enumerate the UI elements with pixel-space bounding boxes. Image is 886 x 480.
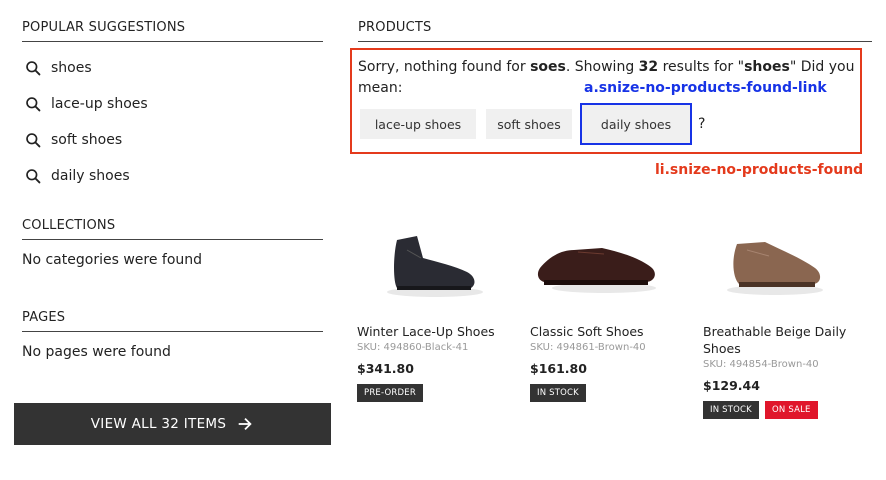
search-icon: [26, 132, 41, 147]
suggestion-chip-lace-up[interactable]: lace-up shoes: [360, 109, 476, 139]
suggestion-item[interactable]: shoes: [22, 50, 323, 86]
product-price: $129.44: [703, 378, 760, 393]
view-all-button[interactable]: VIEW ALL 32 ITEMS: [14, 403, 331, 445]
product-price: $161.80: [530, 361, 587, 376]
product-badges: IN STOCK: [530, 384, 690, 402]
badge-in-stock: IN STOCK: [703, 401, 759, 419]
product-card[interactable]: Classic Soft Shoes SKU: 494861-Brown-40 …: [530, 210, 690, 402]
product-price: $341.80: [357, 361, 414, 376]
question-mark: ?: [698, 116, 706, 132]
arrow-right-icon: [238, 417, 252, 431]
suggestion-label: shoes: [51, 60, 92, 76]
annotation-container-label: li.snize-no-products-found: [655, 162, 864, 178]
product-name[interactable]: Classic Soft Shoes: [530, 323, 690, 340]
shoe-image[interactable]: [703, 210, 843, 305]
search-icon: [26, 168, 41, 183]
view-all-label: VIEW ALL 32 ITEMS: [90, 416, 227, 432]
collections-title: COLLECTIONS: [22, 218, 323, 240]
badge-on-sale: ON SALE: [764, 401, 818, 419]
did-you-mean-chips: lace-up shoes soft shoes daily shoes ?: [360, 103, 706, 145]
product-badges: IN STOCK ON SALE: [703, 401, 863, 419]
products-title: PRODUCTS: [358, 20, 872, 42]
pages-empty-text: No pages were found: [22, 344, 171, 360]
suggestion-item[interactable]: daily shoes: [22, 158, 323, 194]
product-name[interactable]: Winter Lace-Up Shoes: [357, 323, 517, 340]
product-card[interactable]: Winter Lace-Up Shoes SKU: 494860-Black-4…: [357, 210, 517, 402]
suggestion-chip-soft[interactable]: soft shoes: [486, 109, 572, 139]
collections-empty-text: No categories were found: [22, 252, 203, 268]
msg-query: soes: [530, 59, 566, 75]
badge-pre-order: PRE-ORDER: [357, 384, 423, 402]
product-name[interactable]: Breathable Beige Daily Shoes: [703, 323, 863, 357]
product-card[interactable]: Breathable Beige Daily Shoes SKU: 494854…: [703, 210, 863, 419]
suggestion-label: soft shoes: [51, 132, 123, 148]
search-icon: [26, 96, 41, 111]
suggestion-chip-daily[interactable]: daily shoes: [580, 103, 692, 145]
search-icon: [26, 60, 41, 75]
popular-suggestions-list: shoes lace-up shoes soft shoes daily sho…: [22, 50, 323, 194]
pages-title: PAGES: [22, 310, 323, 332]
suggestion-item[interactable]: soft shoes: [22, 122, 323, 158]
msg-sorry: Sorry, nothing found for: [358, 59, 531, 75]
shoe-image[interactable]: [357, 210, 497, 305]
product-sku: SKU: 494854-Brown-40: [703, 359, 819, 370]
msg-count: 32: [638, 59, 659, 75]
msg-term: shoes: [744, 59, 790, 75]
annotation-link-label: a.snize-no-products-found-link: [584, 80, 827, 96]
msg-results-for: results for ": [658, 59, 745, 75]
suggestion-label: lace-up shoes: [51, 96, 148, 112]
products-header: PRODUCTS: [358, 20, 872, 42]
msg-showing: . Showing: [565, 59, 639, 75]
suggestion-label: daily shoes: [51, 168, 130, 184]
shoe-image[interactable]: [530, 210, 670, 305]
product-sku: SKU: 494861-Brown-40: [530, 342, 646, 353]
popular-suggestions-title: POPULAR SUGGESTIONS: [22, 20, 323, 42]
product-sku: SKU: 494860-Black-41: [357, 342, 469, 353]
product-badges: PRE-ORDER: [357, 384, 517, 402]
suggestion-item[interactable]: lace-up shoes: [22, 86, 323, 122]
badge-in-stock: IN STOCK: [530, 384, 586, 402]
